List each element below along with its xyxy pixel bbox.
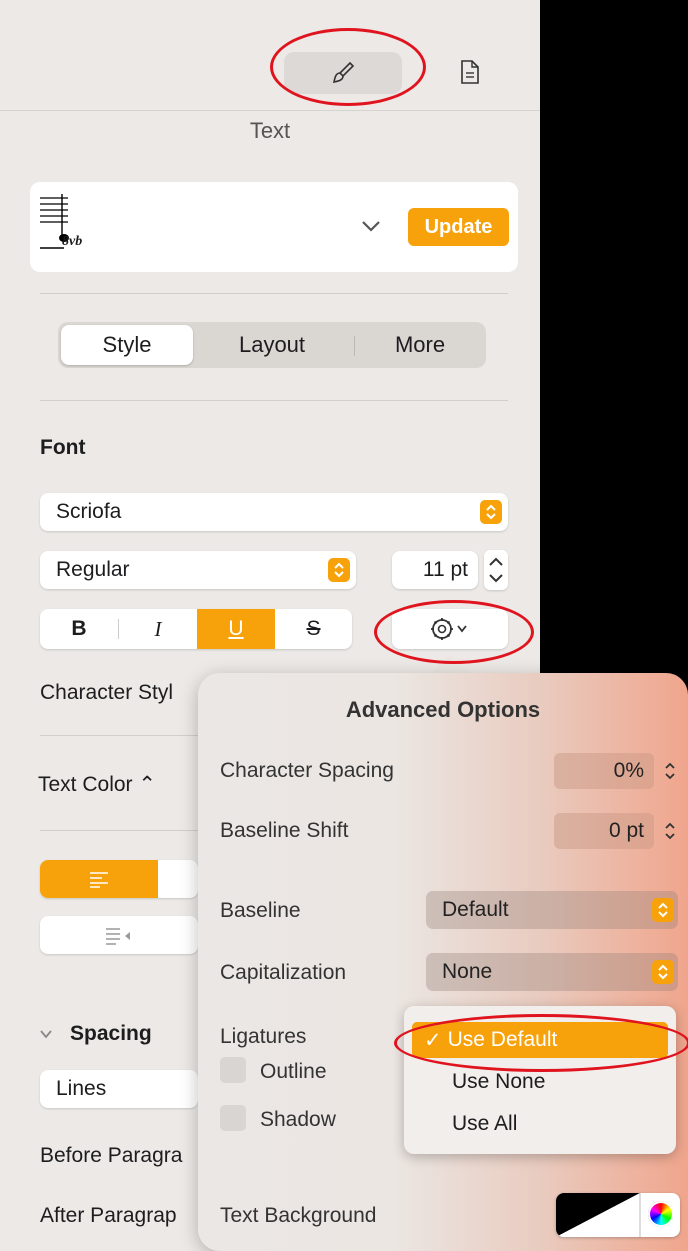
document-icon (461, 60, 479, 84)
font-heading: Font (40, 436, 86, 459)
segment-divider (354, 336, 355, 356)
color-wheel-icon[interactable] (648, 1201, 674, 1227)
ligatures-option-use-none[interactable]: Use None (412, 1064, 668, 1100)
text-color-label[interactable]: Text Color ⌃ (38, 772, 156, 797)
updown-chevron-icon (652, 898, 674, 922)
character-spacing-label: Character Spacing (220, 759, 394, 782)
ottava-marking: 8vb (62, 234, 83, 249)
character-spacing-stepper[interactable] (662, 758, 678, 784)
document-tab-button[interactable] (456, 55, 484, 89)
popover-title: Advanced Options (345, 697, 541, 722)
after-paragraph-label: After Paragrap (40, 1204, 177, 1227)
ligatures-option-use-default[interactable]: ✓ Use Default (412, 1022, 668, 1058)
text-background-color-well[interactable] (556, 1193, 680, 1237)
stepper-arrows-icon (489, 557, 503, 583)
divider (40, 400, 508, 401)
strikethrough-button[interactable]: S (275, 609, 352, 649)
font-family-value: Scriofa (56, 500, 122, 523)
underline-button[interactable]: U (197, 609, 275, 649)
updown-chevron-icon (328, 558, 350, 582)
typeface-select[interactable]: Regular (40, 551, 356, 589)
baseline-shift-field[interactable]: 0 pt (554, 813, 654, 849)
decrease-indent-icon (106, 928, 130, 945)
character-spacing-field[interactable]: 0% (554, 753, 654, 789)
advanced-options-popover: Advanced Options Character Spacing 0% Ba… (198, 673, 688, 1251)
character-style-label: Character Styl (40, 681, 174, 704)
tab-style[interactable]: Style (61, 325, 193, 365)
paintbrush-icon (332, 61, 355, 84)
gear-icon (431, 618, 467, 640)
font-size-field[interactable]: 11 pt (392, 551, 478, 589)
inspector-toolbar (0, 0, 540, 111)
shadow-label: Shadow (260, 1108, 336, 1131)
text-format-buttons: B I U S (40, 609, 352, 649)
font-size-value: 11 pt (422, 558, 468, 581)
divider (40, 293, 508, 294)
baseline-value: Default (442, 898, 509, 921)
capitalization-select[interactable]: None (426, 953, 678, 991)
before-paragraph-label: Before Paragra (40, 1144, 183, 1167)
italic-button[interactable]: I (119, 609, 197, 649)
line-spacing-value: Lines (56, 1077, 107, 1100)
spacing-heading: Spacing (70, 1022, 152, 1045)
ligatures-option-use-all[interactable]: Use All (412, 1106, 668, 1142)
updown-chevron-icon (480, 500, 502, 524)
font-size-stepper[interactable] (484, 550, 508, 590)
inspector-section-title: Text (249, 118, 291, 143)
baseline-shift-label: Baseline Shift (220, 819, 349, 842)
align-left-button[interactable] (40, 860, 158, 898)
ligatures-menu: ✓ Use Default Use None Use All (404, 1006, 676, 1154)
typeface-value: Regular (56, 558, 130, 581)
advanced-options-button[interactable] (392, 609, 508, 649)
align-left-icon (90, 872, 108, 888)
bold-button[interactable]: B (40, 609, 118, 649)
chevron-down-icon[interactable] (360, 215, 382, 237)
updown-chevron-icon (652, 960, 674, 984)
indent-button[interactable] (40, 916, 198, 954)
stepper-arrows-icon (665, 822, 675, 840)
baseline-shift-stepper[interactable] (662, 818, 678, 844)
baseline-label: Baseline (220, 899, 301, 922)
ligatures-label: Ligatures (220, 1025, 307, 1048)
stepper-arrows-icon (665, 762, 675, 780)
update-style-button[interactable]: Update (408, 208, 509, 246)
baseline-select[interactable]: Default (426, 891, 678, 929)
shadow-checkbox[interactable] (220, 1105, 246, 1131)
ligatures-option-label: Use All (452, 1112, 518, 1135)
style-layout-more-tabs: Style Layout More (58, 322, 486, 368)
checkmark-icon: ✓ (424, 1028, 442, 1052)
format-tab-button[interactable] (284, 52, 402, 94)
outline-label: Outline (260, 1060, 327, 1083)
tab-layout[interactable]: Layout (206, 325, 338, 365)
text-background-label: Text Background (220, 1204, 377, 1227)
alignment-row (40, 860, 198, 898)
outline-checkbox[interactable] (220, 1057, 246, 1083)
ligatures-option-label: Use Default (447, 1028, 558, 1051)
line-spacing-select[interactable]: Lines (40, 1070, 198, 1108)
disclosure-chevron-icon[interactable] (38, 1026, 54, 1042)
font-family-select[interactable]: Scriofa (40, 493, 508, 531)
capitalization-value: None (442, 960, 493, 983)
tab-more[interactable]: More (356, 325, 484, 365)
capitalization-label: Capitalization (220, 961, 347, 984)
ligatures-option-label: Use None (452, 1070, 546, 1093)
